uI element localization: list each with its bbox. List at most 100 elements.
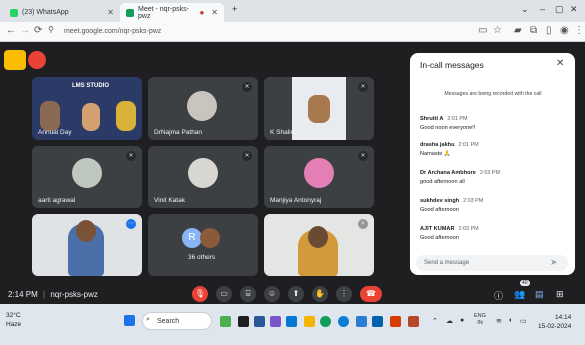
participant-tile[interactable]: R 36 others [148, 214, 258, 276]
participant-tile[interactable]: ✕ aarti agrawal [32, 146, 142, 208]
speaking-indicator-icon: ⋯ [126, 219, 136, 229]
profile-icon[interactable]: ◉ [560, 25, 569, 36]
message-input[interactable]: Send a message [416, 255, 568, 271]
wifi-icon[interactable]: ≋ [496, 317, 502, 325]
minimize-button[interactable]: – [540, 4, 545, 14]
chat-icon[interactable]: ▤ [535, 289, 544, 300]
mic-off-icon: ✕ [358, 82, 368, 92]
app-icon[interactable] [408, 316, 419, 327]
participant-name: Vinit Katak [154, 197, 185, 204]
sender-name: sukhdev singh [420, 198, 460, 204]
people-icon[interactable]: 👥 [514, 289, 525, 300]
participant-count-badge: 40 [520, 280, 530, 286]
message-time: 2:03 PM [479, 170, 500, 176]
tab-search-icon[interactable]: ⌄ [521, 4, 529, 15]
video-camera-icon[interactable]: ▰ [514, 25, 522, 36]
close-window-button[interactable]: ✕ [570, 4, 578, 15]
onedrive-icon[interactable]: ☁ [446, 317, 453, 325]
meeting-details-icon[interactable]: ⓘ [494, 289, 503, 302]
file-explorer-icon[interactable] [254, 316, 265, 327]
sidebar-icon[interactable]: ▯ [546, 25, 552, 36]
app-icon[interactable] [286, 316, 297, 327]
chat-panel [410, 53, 575, 275]
clock-date: 15-02-2024 [538, 323, 572, 330]
camera-button[interactable]: ▭ [216, 286, 232, 302]
whiteboard-icon[interactable] [4, 50, 26, 70]
site-info-icon[interactable]: ⚲ [48, 25, 54, 34]
participant-tile[interactable]: ✕ [264, 214, 374, 276]
maximize-button[interactable]: ▢ [555, 4, 564, 15]
temperature: 32°C [6, 312, 21, 319]
meeting-time: 2:14 PM [8, 290, 38, 299]
speaker-icon[interactable]: ◖ [508, 317, 512, 324]
meeting-code: nqr-psks-pwz [50, 290, 98, 299]
tab-whatsapp[interactable]: (23) WhatsApp ✕ [4, 3, 120, 22]
separator: | [43, 290, 46, 299]
tab-meet[interactable]: Meet - nqr-psks-pwz ● ✕ [120, 3, 224, 22]
captions-button[interactable]: ⌸ [240, 286, 256, 302]
message-time: 2:01 PM [447, 116, 468, 122]
participant-tile[interactable]: ✕ K Shalini [264, 77, 374, 140]
participant-tile[interactable]: ✕ DrNajma Pathan [148, 77, 258, 140]
close-icon[interactable]: ✕ [556, 58, 564, 69]
app-icon[interactable] [390, 316, 401, 327]
app-icon[interactable] [372, 316, 383, 327]
edge-icon[interactable] [338, 316, 349, 327]
activities-icon[interactable]: ⊞ [556, 289, 564, 300]
language-indicator[interactable]: ENG IN [474, 313, 486, 327]
person-image [116, 101, 136, 131]
mic-off-button[interactable]: 🎙 [192, 286, 208, 302]
bookmark-star-icon[interactable]: ☆ [493, 25, 502, 36]
chat-message: AJIT KUMAR 2:03 PM Good afternoon [420, 226, 570, 241]
reload-icon[interactable]: ⟳ [34, 25, 42, 36]
app-icon[interactable] [270, 316, 281, 327]
chat-message: Shrutti A 2:01 PM Good noon everyone!! [420, 116, 570, 131]
extensions-icon[interactable]: ⧉ [530, 25, 537, 36]
language: ENG [474, 313, 486, 319]
avatar [188, 158, 218, 188]
whatsapp-icon [10, 8, 18, 17]
address-bar[interactable]: meet.google.com/nqr-psks-pwz [58, 25, 448, 39]
weather-widget[interactable]: 32°C Haze [6, 311, 21, 329]
start-icon[interactable] [124, 315, 135, 326]
mic-off-icon: ✕ [358, 151, 368, 161]
chevron-up-icon[interactable]: ⌃ [432, 317, 438, 325]
chat-message: sukhdev singh 2:03 PM Good afternoon [420, 198, 570, 213]
person-image [76, 220, 96, 242]
present-button[interactable]: ⬆ [288, 286, 304, 302]
back-icon[interactable]: ← [6, 25, 16, 36]
taskbar-clock[interactable]: 14:14 15-02-2024 [538, 313, 571, 331]
more-options-button[interactable]: ⋮ [336, 286, 352, 302]
app-icon[interactable] [304, 316, 315, 327]
participant-name: DrNajma Pathan [154, 129, 203, 136]
menu-icon[interactable]: ⋮ [574, 25, 584, 36]
send-icon[interactable]: ➤ [550, 257, 558, 268]
chat-message: Dr Archana Ambhore 2:03 PM good afternoon… [420, 170, 570, 185]
taskbar-search[interactable]: Search [142, 312, 212, 330]
app-icon[interactable] [356, 316, 367, 327]
app-tray-icon[interactable]: ● [460, 317, 464, 324]
new-tab-button[interactable]: + [232, 4, 237, 14]
participant-tile[interactable]: LMS STUDIO Annual Day [32, 77, 142, 140]
leave-call-button[interactable]: ☎ [360, 286, 382, 302]
person-image [308, 226, 328, 248]
recording-notice: Messages are being recorded with the cal… [444, 91, 542, 97]
forward-icon[interactable]: → [20, 25, 30, 36]
cast-icon[interactable]: ▭ [478, 25, 487, 36]
avatar: R [182, 228, 202, 248]
close-tab-icon[interactable]: ✕ [211, 8, 218, 17]
participant-tile[interactable]: ✕ Manjiya Antonyraj [264, 146, 374, 208]
participant-tile[interactable]: ⋯ [32, 214, 142, 276]
recording-icon[interactable] [28, 51, 46, 69]
emoji-button[interactable]: ☺ [264, 286, 280, 302]
close-tab-icon[interactable]: ✕ [107, 8, 114, 17]
participant-tile[interactable]: ✕ Vinit Katak [148, 146, 258, 208]
app-icon[interactable] [220, 316, 231, 327]
app-icon[interactable] [238, 316, 249, 327]
search-icon: ⌕ [146, 316, 150, 323]
battery-icon[interactable]: ▭ [520, 317, 527, 325]
participant-name: K Shalini [270, 129, 296, 136]
raise-hand-button[interactable]: ✋ [312, 286, 328, 302]
chrome-icon[interactable] [320, 316, 331, 327]
sender-name: drasha jakhu [420, 142, 455, 148]
